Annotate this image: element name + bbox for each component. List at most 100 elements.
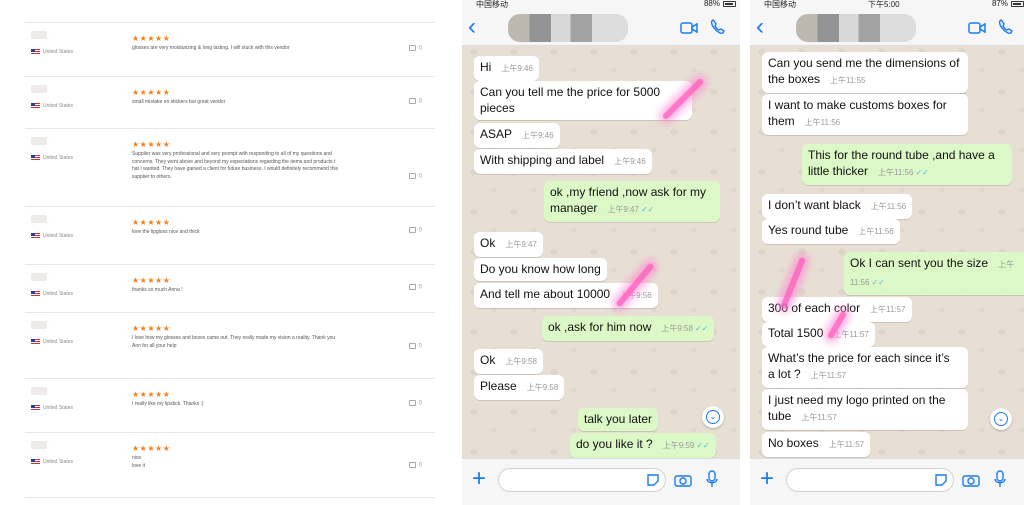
star-rating: ★★★★★ bbox=[132, 88, 171, 97]
message-bubble[interactable]: Please 上午9:58 bbox=[474, 375, 565, 400]
message-bubble[interactable]: I don’t want black 上午11:56 bbox=[762, 194, 913, 219]
message-text: Ok bbox=[480, 353, 496, 367]
scroll-down-button[interactable]: ⌄ bbox=[990, 408, 1012, 430]
message-text: What’s the price for each since it’s a l… bbox=[768, 351, 950, 381]
message-bubble[interactable]: Hi 上午9:46 bbox=[474, 56, 539, 81]
message-bubble[interactable]: Ok 上午9:58 bbox=[474, 349, 543, 374]
message-text: ASAP bbox=[480, 127, 513, 141]
like-button[interactable]: 0 bbox=[408, 462, 422, 469]
message-bubble[interactable]: Can you tell me the price for 5000 piece… bbox=[474, 81, 692, 120]
like-button[interactable]: 0 bbox=[408, 45, 422, 52]
message-bubble[interactable]: ASAP 上午9:46 bbox=[474, 123, 560, 148]
plus-icon[interactable]: + bbox=[472, 467, 486, 491]
review-text: nice love it bbox=[132, 455, 146, 469]
reviewer-country: United States bbox=[43, 48, 74, 55]
message-bubble[interactable]: ok ,ask for him now 上午9:58 ✓✓ bbox=[542, 316, 715, 341]
message-time: 上午11:57 bbox=[801, 413, 837, 422]
message-time: 上午9:46 bbox=[614, 157, 646, 166]
reviewer-country: United States bbox=[43, 458, 74, 465]
message-input[interactable] bbox=[786, 468, 954, 492]
chevron-left-icon[interactable]: ‹ bbox=[756, 14, 764, 40]
message-bubble[interactable]: ok ,my friend ,now ask for my manager 上午9… bbox=[544, 181, 720, 222]
message-time: 上午11:57 bbox=[828, 440, 865, 449]
contact-name-redacted[interactable] bbox=[796, 14, 916, 42]
like-count: 0 bbox=[418, 98, 422, 105]
thumbs-up-icon bbox=[408, 98, 416, 104]
chat-header: ‹ bbox=[750, 10, 1024, 46]
contact-name-redacted[interactable] bbox=[508, 14, 628, 42]
avatar bbox=[31, 387, 47, 395]
message-bubble[interactable]: Total 1500 上午11:57 bbox=[762, 322, 875, 347]
like-count: 0 bbox=[418, 173, 422, 180]
message-bubble[interactable]: This for the round tube ,and have a litt… bbox=[802, 144, 1012, 185]
us-flag-icon bbox=[31, 232, 40, 239]
reviewer-country: United States bbox=[43, 102, 74, 109]
message-bubble[interactable]: Ok I can sent you the size 上午11:56 ✓✓ bbox=[844, 252, 1024, 295]
reviewer: United States bbox=[31, 387, 73, 417]
reviewer: United States bbox=[31, 441, 73, 471]
phone-icon[interactable] bbox=[998, 19, 1014, 35]
camera-icon[interactable] bbox=[962, 473, 980, 487]
like-count: 0 bbox=[418, 400, 422, 407]
message-bubble[interactable]: talk you later bbox=[578, 408, 659, 431]
message-text: Ok I can sent you the size bbox=[850, 256, 989, 270]
message-input[interactable] bbox=[498, 468, 666, 492]
message-time: 上午9:58 bbox=[505, 357, 537, 366]
message-time: 上午11:56 bbox=[858, 227, 894, 236]
like-count: 0 bbox=[418, 227, 422, 234]
message-bubble[interactable]: do you like it ? 上午9:59 ✓✓ bbox=[570, 433, 716, 458]
like-button[interactable]: 0 bbox=[408, 173, 422, 180]
chat-header: ‹ bbox=[462, 10, 740, 46]
message-bubble[interactable]: I just need my logo printed on the tube 上… bbox=[762, 389, 968, 430]
message-bubble[interactable]: Can you send me the dimensions of the bo… bbox=[762, 52, 968, 93]
message-bubble[interactable]: With shipping and label 上午9:46 bbox=[474, 149, 652, 174]
message-bubble[interactable]: I want to make customs boxes for them 上午1… bbox=[762, 94, 968, 135]
review-item: United States ★★★★★ small mistake on stic… bbox=[25, 76, 435, 128]
message-time: 上午11:56 bbox=[870, 202, 907, 211]
microphone-icon[interactable] bbox=[706, 470, 718, 488]
scroll-down-button[interactable]: ⌄ bbox=[702, 406, 724, 428]
reviewer: United States bbox=[31, 85, 73, 115]
review-text: thanks so much Anna ! bbox=[132, 287, 183, 293]
message-bubble[interactable]: Do you know how long bbox=[474, 258, 607, 281]
message-time: 上午9:47 bbox=[505, 240, 537, 249]
message-time: 上午9:46 bbox=[501, 64, 533, 73]
message-bubble[interactable]: Yes round tube 上午11:56 bbox=[762, 219, 900, 244]
like-button[interactable]: 0 bbox=[408, 400, 422, 407]
message-text: Total 1500 bbox=[768, 326, 824, 340]
like-count: 0 bbox=[418, 462, 422, 469]
us-flag-icon bbox=[31, 102, 40, 109]
camera-icon[interactable] bbox=[674, 473, 692, 487]
like-button[interactable]: 0 bbox=[408, 227, 422, 234]
chat-screen-2: 中国移动 下午5:00 87% ‹ Can you send me the di… bbox=[750, 0, 1024, 505]
plus-icon[interactable]: + bbox=[760, 467, 774, 491]
review-item: United States ★★★★★ glosses are very mois… bbox=[25, 22, 435, 76]
phone-icon[interactable] bbox=[710, 19, 726, 35]
battery-icon bbox=[723, 1, 736, 7]
thumbs-up-icon bbox=[408, 462, 416, 468]
video-call-icon[interactable] bbox=[968, 22, 986, 34]
star-rating: ★★★★★ bbox=[132, 34, 171, 43]
message-bubble[interactable]: What’s the price for each since it’s a l… bbox=[762, 347, 968, 388]
microphone-icon[interactable] bbox=[994, 470, 1006, 488]
video-call-icon[interactable] bbox=[680, 22, 698, 34]
avatar bbox=[31, 31, 47, 39]
message-bubble[interactable]: No boxes 上午11:57 bbox=[762, 432, 871, 457]
review-item: United States ★★★★★ Supplier was very pro… bbox=[25, 128, 435, 206]
chevron-left-icon[interactable]: ‹ bbox=[468, 14, 476, 40]
reviewer: United States bbox=[31, 31, 73, 61]
us-flag-icon bbox=[31, 48, 40, 55]
like-button[interactable]: 0 bbox=[408, 98, 422, 105]
sticker-icon[interactable] bbox=[934, 473, 948, 487]
like-button[interactable]: 0 bbox=[408, 343, 422, 350]
like-button[interactable]: 0 bbox=[408, 284, 422, 291]
message-bubble[interactable]: Ok 上午9:47 bbox=[474, 232, 543, 257]
us-flag-icon bbox=[31, 404, 40, 411]
review-item: United States ★★★★★ nice love it 0 bbox=[25, 432, 435, 498]
read-ticks-icon: ✓✓ bbox=[640, 205, 655, 214]
sticker-icon[interactable] bbox=[646, 473, 660, 487]
us-flag-icon bbox=[31, 458, 40, 465]
review-text: Supplier was very professional and very … bbox=[132, 151, 339, 180]
thumbs-up-icon bbox=[408, 400, 416, 406]
message-text: Ok bbox=[480, 236, 496, 250]
